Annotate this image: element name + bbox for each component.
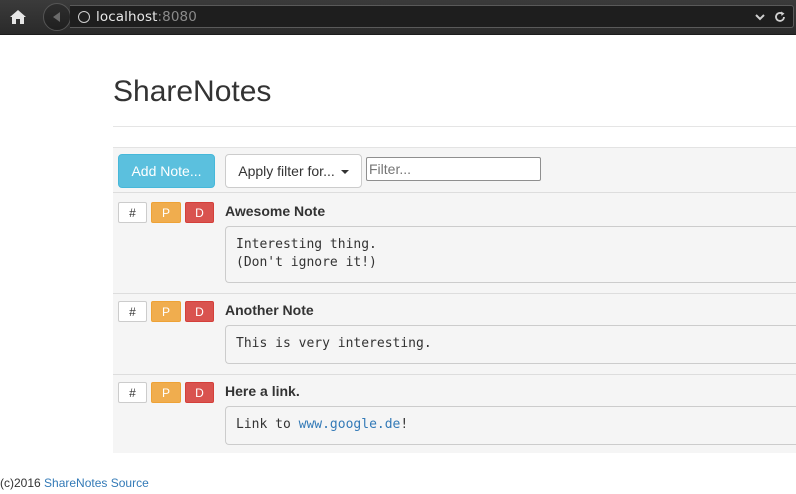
note-permalink-button[interactable]: # [118, 202, 147, 223]
header-divider [113, 126, 796, 127]
note-permalink-button[interactable]: # [118, 301, 147, 322]
browser-toolbar: localhost:8080 [0, 0, 796, 35]
filter-input[interactable] [366, 157, 541, 181]
note-delete-button[interactable]: D [185, 202, 214, 223]
note-p-button[interactable]: P [151, 382, 181, 403]
note-item: # P D Another Note This is very interest… [113, 301, 796, 371]
url-host: localhost [96, 9, 158, 25]
note-delete-button[interactable]: D [185, 382, 214, 403]
footer: (c)2016 ShareNotes Source [0, 476, 149, 490]
home-icon[interactable] [6, 5, 30, 29]
note-p-button[interactable]: P [151, 301, 181, 322]
caret-down-icon [340, 170, 349, 174]
note-link[interactable]: www.google.de [299, 417, 401, 432]
history-dropdown-icon[interactable] [753, 10, 767, 24]
url-port: :8080 [157, 9, 197, 25]
toolbar-divider [113, 192, 796, 193]
apply-filter-label: Apply filter for... [238, 163, 335, 179]
note-body: This is very interesting. [225, 325, 796, 364]
notes-panel: Add Note... Apply filter for... # P D Aw… [113, 147, 796, 453]
note-line: (Don't ignore it!) [236, 255, 377, 270]
note-link-suffix: ! [400, 417, 409, 432]
add-note-button[interactable]: Add Note... [118, 154, 215, 188]
note-title: Awesome Note [225, 203, 326, 219]
reload-icon[interactable] [773, 10, 787, 24]
note-divider [113, 293, 796, 294]
note-permalink-button[interactable]: # [118, 382, 147, 403]
page-title: ShareNotes [113, 75, 272, 108]
apply-filter-dropdown[interactable]: Apply filter for... [225, 154, 362, 188]
back-button[interactable] [43, 3, 71, 31]
source-link[interactable]: ShareNotes Source [44, 476, 149, 490]
note-title: Here a link. [225, 383, 300, 399]
note-title: Another Note [225, 302, 314, 318]
note-divider [113, 374, 796, 375]
copyright-text: (c)2016 [0, 476, 45, 490]
note-line: Interesting thing. [236, 237, 377, 252]
note-line: This is very interesting. [236, 336, 432, 351]
note-item: # P D Awesome Note Interesting thing. (Do… [113, 202, 796, 292]
note-link-prefix: Link to [236, 417, 299, 432]
address-bar[interactable]: localhost:8080 [70, 5, 794, 28]
note-item: # P D Here a link. Link to www.google.de… [113, 382, 796, 452]
back-arrow-icon [53, 12, 60, 22]
note-body: Link to www.google.de! [225, 406, 796, 445]
note-delete-button[interactable]: D [185, 301, 214, 322]
url-text: localhost:8080 [96, 9, 197, 25]
note-body: Interesting thing. (Don't ignore it!) [225, 226, 796, 283]
site-info-icon [78, 11, 90, 23]
note-p-button[interactable]: P [151, 202, 181, 223]
